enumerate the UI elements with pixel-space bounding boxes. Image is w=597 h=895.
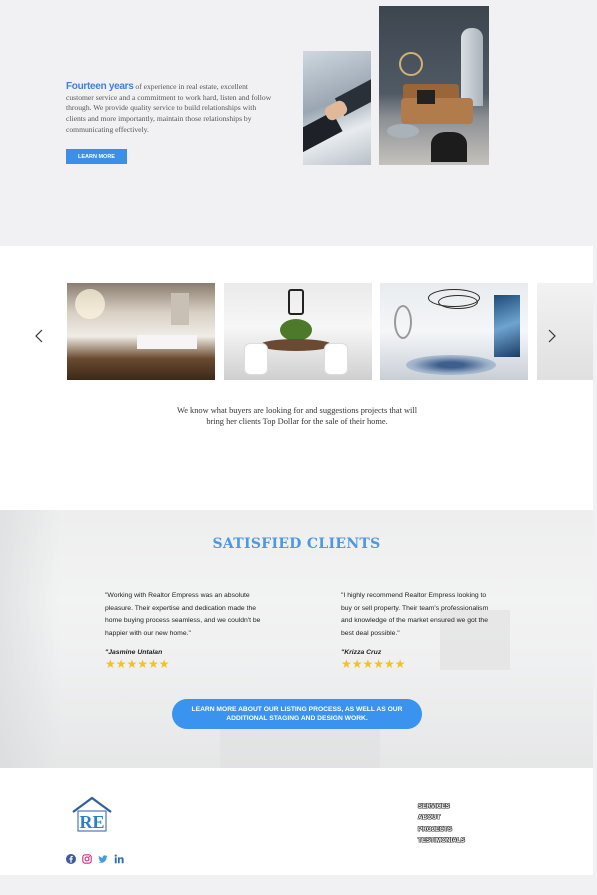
star-icon: ★★★★★★ [105,657,170,671]
twitter-icon[interactable] [98,854,108,864]
chevron-right-icon [548,329,556,343]
footer-link-testimonials[interactable]: TESTIMONIALS [418,836,465,845]
handshake-photo [303,51,371,165]
footer-link-projects[interactable]: PROJECTS [418,825,465,834]
testimonial-quote: "I highly recommend Realtor Empress look… [341,592,489,638]
footer-nav: SERVICES ABOUT PROJECTS TESTIMONIALS [418,802,465,845]
footer: RE SERVICES ABOUT PROJECTS TESTIMONIALS [0,768,593,875]
svg-text:RE: RE [79,812,104,832]
instagram-icon[interactable] [82,854,92,864]
testimonial-card: "Working with Realtor Empress was an abs… [105,590,263,670]
carousel-slide-living-room[interactable] [67,283,215,380]
living-room-photo [379,6,489,165]
footer-link-about[interactable]: ABOUT [418,813,465,822]
star-icon: ★★★★★★ [341,657,406,671]
carousel-slide-dining-room[interactable] [224,283,372,380]
testimonial-quote: "Working with Realtor Empress was an abs… [105,592,261,638]
testimonial-card: "I highly recommend Realtor Empress look… [341,590,499,670]
carousel-caption: We know what buyers are looking for and … [176,406,418,427]
listing-process-button[interactable]: LEARN MORE ABOUT OUR LISTING PROCESS, AS… [172,699,422,729]
company-logo[interactable]: RE [70,794,114,834]
section-title: SATISFIED CLIENTS [212,536,381,552]
chevron-left-icon [35,329,43,343]
intro-highlight: Fourteen years [66,81,134,92]
star-rating: ★★★★★★ [341,658,406,670]
social-links [66,854,124,864]
projects-carousel: We know what buyers are looking for and … [0,246,593,510]
testimonials-section: SATISFIED CLIENTS "Working with Realtor … [0,510,593,768]
intro-section: Fourteen years of experience in real est… [0,0,597,246]
footer-link-services[interactable]: SERVICES [418,802,465,811]
learn-more-button[interactable]: LEARN MORE [66,149,127,164]
intro-paragraph: Fourteen years of experience in real est… [66,81,272,136]
carousel-next-button[interactable] [545,326,559,346]
carousel-slide-lounge[interactable] [380,283,528,380]
carousel-prev-button[interactable] [32,326,46,346]
linkedin-icon[interactable] [114,854,124,864]
facebook-icon[interactable] [66,854,76,864]
star-rating: ★★★★★★ [105,658,170,670]
